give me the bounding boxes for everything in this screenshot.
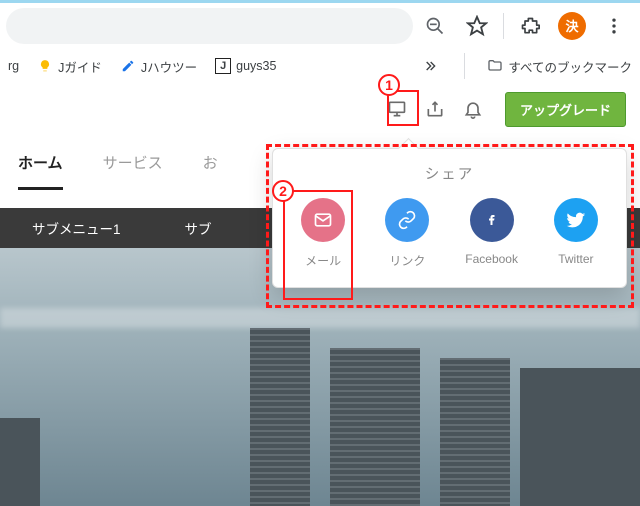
- bookmark-guys35[interactable]: J guys35: [215, 58, 276, 74]
- share-icon[interactable]: [419, 93, 451, 125]
- bookmark-star-icon[interactable]: [457, 6, 497, 46]
- twitter-icon: [554, 198, 598, 242]
- share-popover: シェア メール リンク Facebook: [272, 148, 627, 288]
- tab-other[interactable]: お: [203, 152, 218, 190]
- annotation-2-badge: 2: [272, 180, 294, 202]
- bookmark-jhowto[interactable]: Jハウツー: [120, 57, 197, 76]
- share-title: シェア: [281, 163, 618, 184]
- share-twitter-label: Twitter: [558, 252, 593, 266]
- j-badge-icon: J: [215, 58, 231, 74]
- app-toolbar: アップグレード: [0, 84, 640, 134]
- pen-icon: [120, 58, 136, 74]
- avatar-char: 決: [565, 16, 578, 35]
- lightbulb-icon: [37, 58, 53, 74]
- upgrade-button[interactable]: アップグレード: [505, 92, 626, 127]
- tab-home[interactable]: ホーム: [18, 152, 63, 190]
- toolbar-divider: [503, 13, 504, 39]
- share-twitter[interactable]: Twitter: [540, 198, 612, 269]
- browser-toolbar: 決: [0, 0, 640, 48]
- submenu-item-1[interactable]: サブメニュー1: [0, 218, 153, 238]
- zoom-out-icon[interactable]: [415, 6, 455, 46]
- share-facebook-label: Facebook: [465, 252, 518, 266]
- desktop-icon[interactable]: [381, 93, 413, 125]
- share-mail-label: メール: [305, 252, 341, 269]
- overflow-chevrons-icon[interactable]: [418, 54, 442, 78]
- mail-icon: [301, 198, 345, 242]
- bell-icon[interactable]: [457, 93, 489, 125]
- share-link[interactable]: リンク: [371, 198, 443, 269]
- bookmarks-bar: rg Jガイド Jハウツー J guys35 すべてのブックマーク: [0, 48, 640, 84]
- share-facebook[interactable]: Facebook: [456, 198, 528, 269]
- profile-avatar[interactable]: 決: [558, 12, 586, 40]
- address-bar[interactable]: [6, 8, 413, 44]
- all-bookmarks[interactable]: すべてのブックマーク: [487, 57, 632, 76]
- link-icon: [385, 198, 429, 242]
- tab-service[interactable]: サービス: [103, 152, 163, 190]
- share-link-label: リンク: [389, 252, 425, 269]
- share-mail[interactable]: メール: [287, 198, 359, 269]
- extensions-icon[interactable]: [510, 6, 550, 46]
- menu-dots-icon[interactable]: [594, 6, 634, 46]
- bookmarks-divider: [464, 53, 465, 79]
- bookmark-rg[interactable]: rg: [8, 59, 19, 73]
- facebook-icon: [470, 198, 514, 242]
- annotation-1-badge: 1: [378, 74, 400, 96]
- page-content: アップグレード ホーム サービス お サブメニュー1 サブ シェア メール: [0, 84, 640, 506]
- bookmark-jguide[interactable]: Jガイド: [37, 57, 102, 76]
- folder-icon: [487, 58, 503, 74]
- submenu-item-2[interactable]: サブ: [153, 218, 244, 238]
